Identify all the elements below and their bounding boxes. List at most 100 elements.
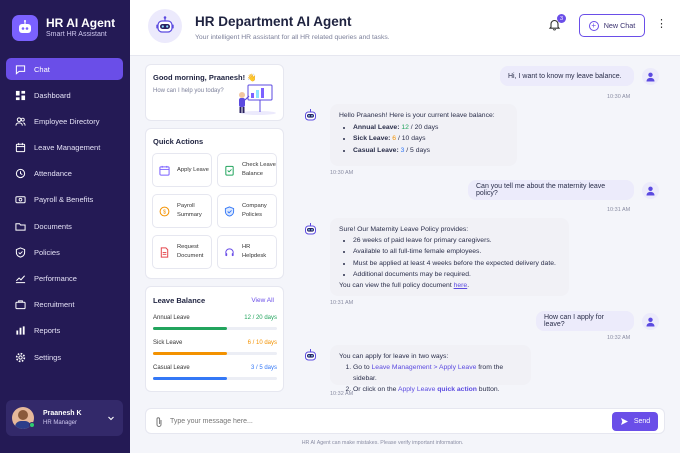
message-input[interactable] [170,413,570,430]
sidebar-item-chat[interactable]: Chat [6,58,123,80]
bot-message: Hello Praanesh! Here is your current lea… [330,104,517,166]
sidebar-item-policies[interactable]: Policies [6,241,123,263]
sidebar-item-label: Employee Directory [34,116,100,126]
shield-icon [224,205,235,217]
leave-value: 6 / 10 days [247,340,277,346]
leave-balance-title: Leave Balance [153,296,206,305]
chat-thread: Hi, I want to know my leave balance. 10:… [295,56,680,406]
view-all-link[interactable]: View All [251,297,274,304]
disclaimer-text: HR AI Agent can make mistakes. Please ve… [301,440,464,446]
message-text: You can view the full policy document he… [339,282,470,290]
online-status-dot [29,422,35,428]
send-button[interactable]: Send [612,412,658,431]
chevron-down-icon[interactable] [107,414,115,422]
message-text: Can you tell me about the maternity leav… [476,183,606,197]
greeting-card: Good morning, Praanesh! 👋 How can I help… [145,64,284,121]
new-chat-button[interactable]: + New Chat [579,14,645,37]
document-icon [160,246,169,258]
sidebar-item-label: Reports [34,326,61,336]
user-avatar-icon [642,68,659,85]
dashboard-icon [15,90,26,100]
notification-badge: 3 [557,14,566,23]
leave-type-label: Sick Leave [153,340,183,346]
greeting-title: Good morning, Praanesh! 👋 [153,73,257,82]
leave-balance-card: Leave Balance View All Annual Leave 12 /… [145,286,284,392]
sidebar-item-label: Performance [34,274,77,283]
message-composer: Send [145,408,665,434]
user-message: Hi, I want to know my leave balance. [500,66,634,86]
policy-item: Available to all full-time female employ… [353,246,560,257]
sidebar-item-settings[interactable]: Settings [6,346,123,368]
users-icon [15,117,26,126]
user-profile[interactable]: Praanesh K HR Manager [6,400,123,436]
chat-icon [15,64,26,75]
leave-progress-fill [153,327,228,330]
brand-title: HR AI Agent [46,16,116,30]
sidebar: HR AI Agent Smart HR Assistant Chat Dash… [0,0,130,453]
folder-icon [15,222,26,231]
sidebar-item-performance[interactable]: Performance [6,268,123,290]
sidebar-item-documents[interactable]: Documents [6,215,123,237]
sidebar-item-dashboard[interactable]: Dashboard [6,84,123,106]
leave-type-label: Casual Leave [153,365,190,371]
leave-value: 12 / 20 days [244,315,277,321]
message-text: How can I apply for leave? [544,314,604,328]
sidebar-item-payroll-benefits[interactable]: Payroll & Benefits [6,189,123,211]
headset-icon [225,247,234,256]
sidebar-item-label: Dashboard [34,90,71,100]
quick-action-request-document[interactable]: Request Document [152,235,212,269]
user-avatar-icon [642,182,659,199]
sidebar-item-label: Leave Management [34,143,101,153]
sidebar-item-leave-management[interactable]: Leave Management [6,137,123,159]
greeting-subtitle: How can I help you today? [153,88,224,94]
policy-item: Must be applied at least 4 weeks before … [353,258,560,269]
user-message: Can you tell me about the maternity leav… [468,180,634,200]
plus-icon: + [588,20,599,31]
leave-management-link[interactable]: Leave Management > Apply Leave [372,364,477,371]
calendar-icon [15,142,26,153]
calendar-icon [159,165,170,176]
bot-message: Sure! Our Maternity Leave Policy provide… [330,218,569,296]
sidebar-item-employee-directory[interactable]: Employee Directory [6,110,123,132]
message-text: Hi, I want to know my leave balance. [508,72,622,80]
quick-action-company-policies[interactable]: Company Policies [217,194,277,228]
sidebar-item-label: Payroll & Benefits [34,195,94,205]
quick-action-label-line2: Policies [242,212,262,218]
message-time: 10:31 AM [330,300,354,306]
quick-action-label: Check Leave [242,162,276,168]
apply-leave-link[interactable]: Apply Leave [398,386,435,393]
leave-balance-item: Casual Leave: 3 / 5 days [353,145,508,157]
briefcase-icon [15,300,26,310]
quick-action-hr-helpdesk[interactable]: HR Helpdesk [217,235,277,269]
message-time: 10:32 AM [330,391,354,397]
leave-progress-track [153,377,277,380]
sidebar-item-recruitment[interactable]: Recruitment [6,294,123,316]
leave-progress-track [153,352,277,355]
clipboard-icon [225,165,234,176]
sidebar-item-label: Recruitment [34,300,75,310]
message-time: 10:30 AM [607,94,631,100]
attachment-icon[interactable] [154,416,164,428]
more-options-icon[interactable]: ⋮ [656,19,667,30]
brand-subtitle: Smart HR Assistant [46,31,107,38]
user-message: How can I apply for leave? [536,311,634,331]
quick-action-payroll-summary[interactable]: $ Payroll Summary [152,194,212,228]
quick-action-label: Apply Leave [177,166,209,173]
robot-logo-icon [12,15,38,41]
policy-link[interactable]: here [454,282,468,289]
quick-action-label: Payroll [177,203,195,209]
policy-item: Additional documents may be required. [353,269,560,280]
quick-action-check-leave-balance[interactable]: Check Leave Balance [217,153,277,187]
svg-text:$: $ [163,209,166,215]
message-time: 10:30 AM [330,170,354,176]
robot-avatar-icon [302,347,319,364]
gear-icon [15,352,26,362]
page-title: HR Department AI Agent [195,14,352,29]
leave-balance-item: Sick Leave: 6 / 10 days [353,133,508,145]
quick-action-apply-leave[interactable]: Apply Leave [152,153,212,187]
sidebar-item-reports[interactable]: Reports [6,320,123,342]
coin-icon: $ [159,206,170,216]
sidebar-item-attendance[interactable]: Attendance [6,163,123,185]
instruction-step: Go to Leave Management > Apply Leave fro… [353,362,522,384]
clock-icon [15,169,26,179]
